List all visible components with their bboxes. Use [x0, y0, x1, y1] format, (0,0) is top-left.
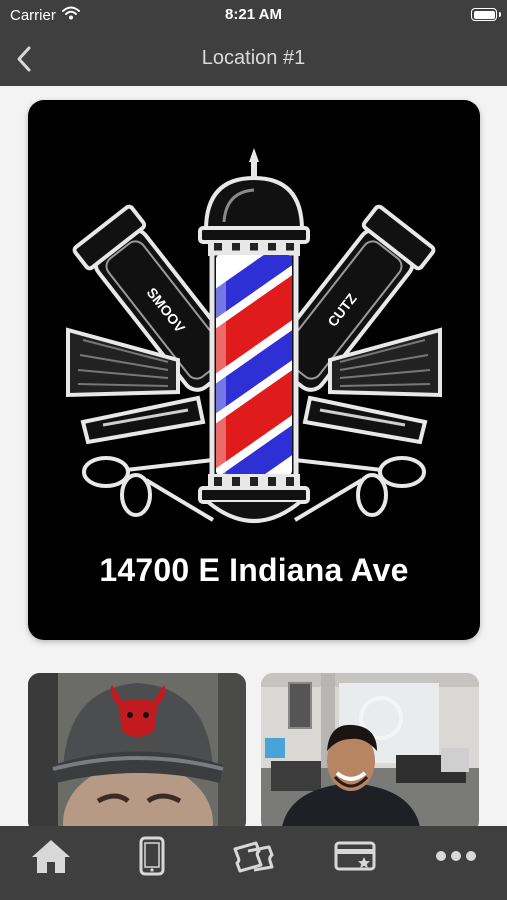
status-bar: Carrier 8:21 AM: [0, 0, 507, 32]
more-icon: [436, 851, 477, 861]
razor-left: [80, 395, 206, 445]
page-title: Location #1: [201, 47, 306, 69]
battery-level: [473, 10, 495, 19]
barber-smiling-image: [261, 673, 479, 826]
gallery-photo-2[interactable]: [261, 673, 479, 826]
tab-phone[interactable]: [122, 836, 182, 876]
chevron-left-icon: [17, 46, 31, 72]
app-screen: Carrier 8:21 AM Location #1 SMOOV CUTZ 1…: [0, 0, 507, 900]
scissors-left: [82, 456, 215, 522]
loyalty-card-icon: [334, 841, 376, 871]
tickets-icon: [233, 841, 274, 873]
phone-icon: [139, 836, 165, 876]
tab-bar: [0, 826, 507, 900]
battery-icon: [471, 8, 501, 21]
gallery-photo-1[interactable]: [28, 673, 246, 826]
scissors-right: [293, 456, 426, 522]
tab-loyalty[interactable]: [325, 836, 385, 876]
tab-tickets[interactable]: [223, 836, 283, 876]
home-icon: [31, 840, 70, 873]
navigation-bar: Location #1: [0, 32, 507, 86]
razor-right: [302, 395, 428, 445]
status-time: 8:21 AM: [225, 6, 282, 23]
content-area[interactable]: SMOOV CUTZ 14700 E Indiana Ave: [0, 86, 507, 826]
customer-portrait-image: [28, 673, 246, 826]
tab-more[interactable]: [426, 836, 486, 876]
barber-logo-image: SMOOV CUTZ: [66, 148, 442, 523]
location-address: 14700 E Indiana Ave: [99, 552, 409, 588]
back-button[interactable]: [4, 38, 44, 80]
tab-home[interactable]: [21, 836, 81, 876]
location-hero-image: SMOOV CUTZ 14700 E Indiana Ave: [28, 100, 480, 640]
